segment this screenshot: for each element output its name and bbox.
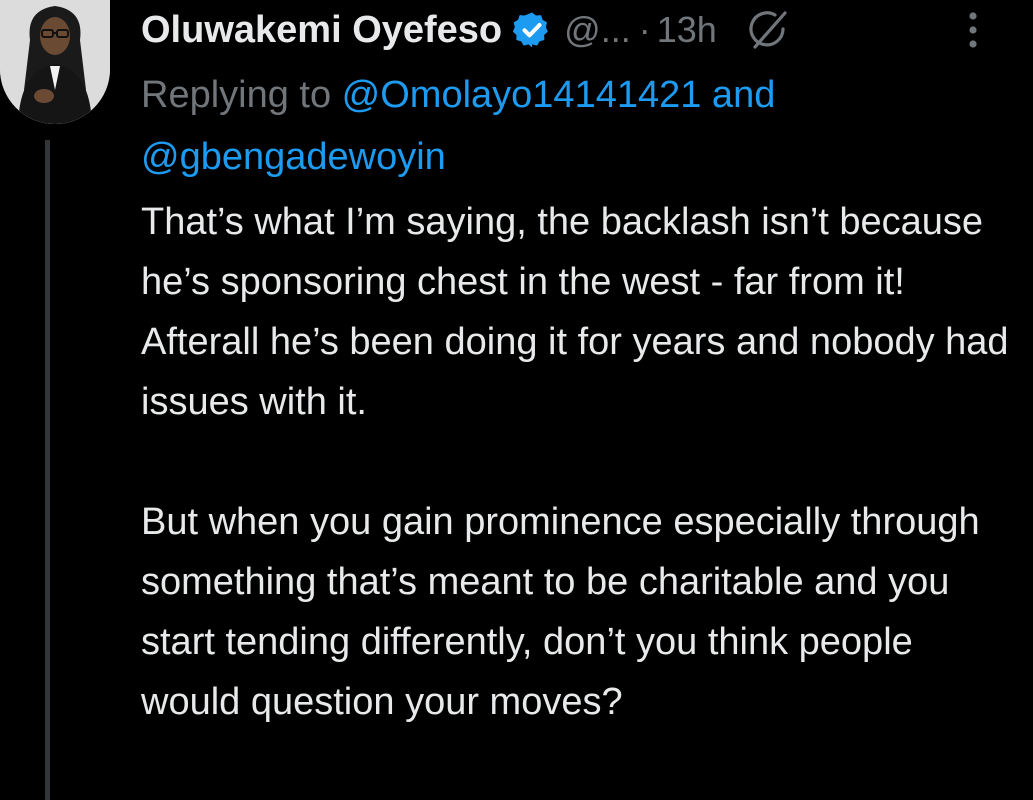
replying-to-label: Replying to [141,74,342,116]
tweet-header: Oluwakemi Oyefeso @... · 13h [141,2,791,58]
grok-icon[interactable] [745,7,791,53]
avatar[interactable] [0,0,110,124]
verified-badge-icon [512,10,552,50]
mention-link[interactable]: @gbengadewoyin [141,136,446,178]
replying-to: Replying to @Omolayo14141421 and @gbengad… [141,64,1011,188]
tweet-text: That’s what I’m saying, the backlash isn… [141,201,1009,723]
conjunction-text: and [701,74,776,116]
more-options-icon[interactable] [958,8,988,52]
avatar-photo [0,0,110,124]
author-handle[interactable]: @... [564,9,631,51]
separator-dot: · [638,9,651,50]
tweet[interactable]: Oluwakemi Oyefeso @... · 13h Replying to… [0,0,1033,800]
timestamp[interactable]: 13h [657,9,717,51]
thread-line [45,140,50,800]
mention-link[interactable]: @Omolayo14141421 [342,74,702,116]
author-name[interactable]: Oluwakemi Oyefeso [141,9,502,52]
